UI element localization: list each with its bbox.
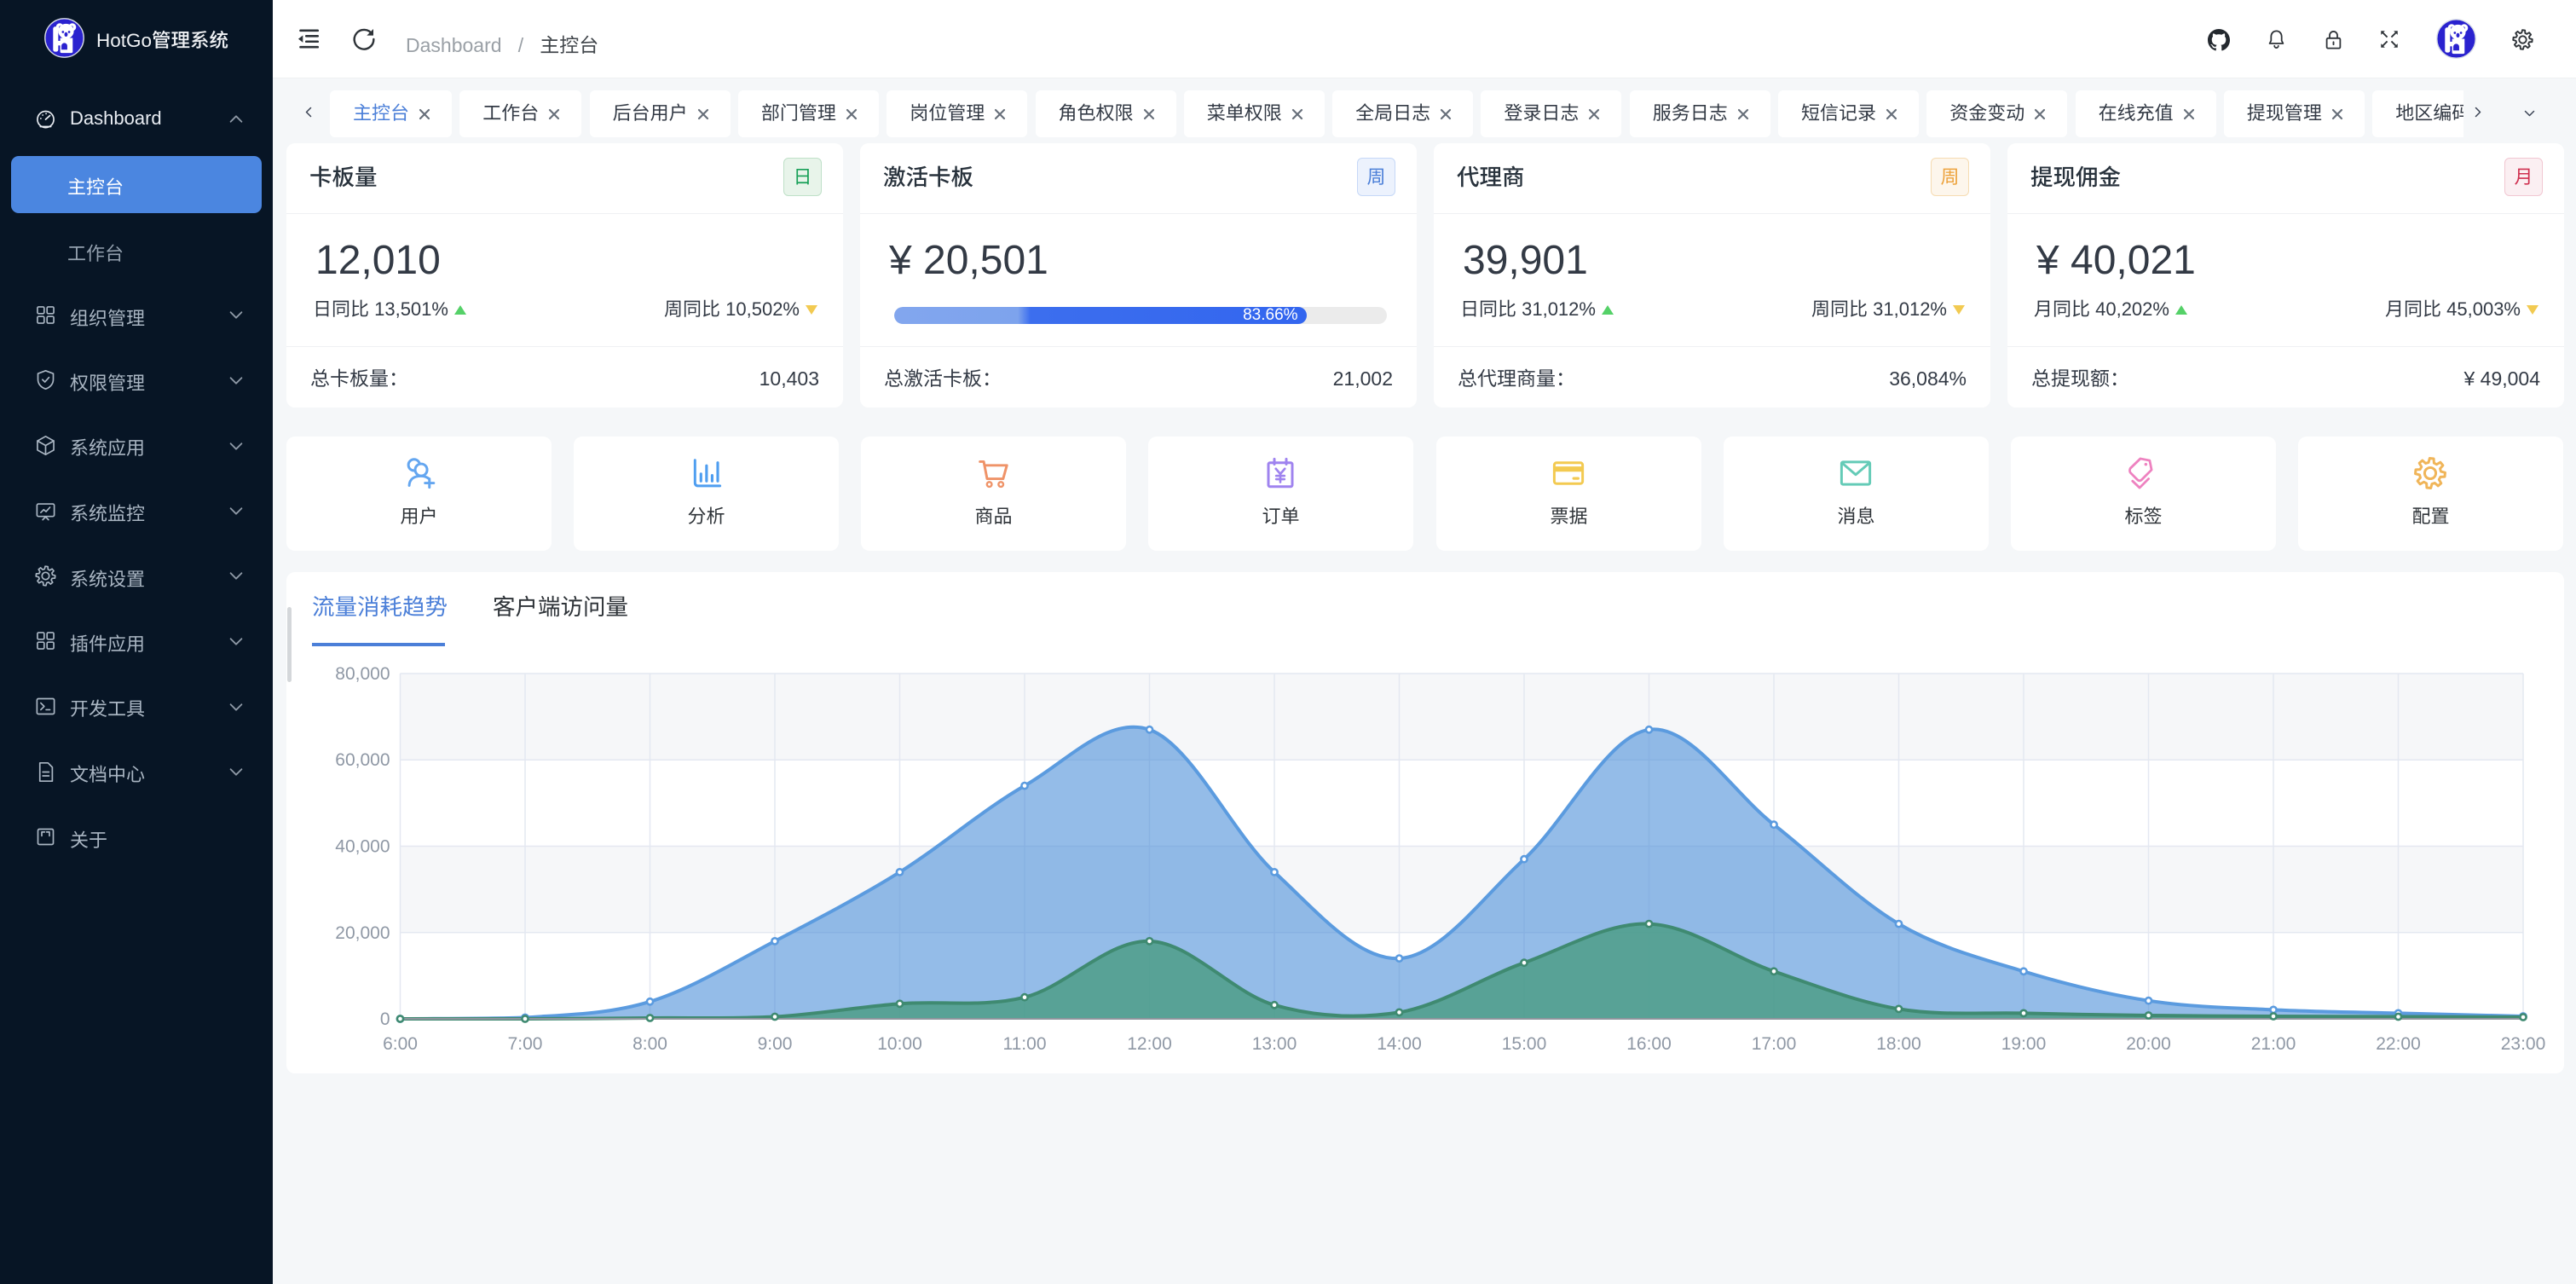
svg-text:18:00: 18:00 <box>1876 1034 1921 1054</box>
svg-text:9:00: 9:00 <box>758 1034 793 1054</box>
svg-text:17:00: 17:00 <box>1752 1034 1797 1054</box>
svg-text:14:00: 14:00 <box>1377 1034 1422 1054</box>
svg-text:6:00: 6:00 <box>383 1034 418 1054</box>
svg-text:16:00: 16:00 <box>1626 1034 1672 1054</box>
svg-text:40,000: 40,000 <box>335 837 390 857</box>
svg-text:20,000: 20,000 <box>335 923 390 943</box>
svg-text:8:00: 8:00 <box>632 1034 667 1054</box>
svg-text:7:00: 7:00 <box>508 1034 543 1054</box>
svg-text:13:00: 13:00 <box>1252 1034 1297 1054</box>
svg-text:20:00: 20:00 <box>2126 1034 2171 1054</box>
svg-text:21:00: 21:00 <box>2251 1034 2296 1054</box>
svg-text:60,000: 60,000 <box>335 750 390 770</box>
svg-text:22:00: 22:00 <box>2376 1034 2421 1054</box>
svg-text:80,000: 80,000 <box>335 664 390 684</box>
svg-text:11:00: 11:00 <box>1003 1034 1047 1054</box>
svg-text:0: 0 <box>380 1009 390 1029</box>
svg-text:12:00: 12:00 <box>1127 1034 1172 1054</box>
svg-text:23:00: 23:00 <box>2501 1034 2546 1054</box>
svg-text:19:00: 19:00 <box>2001 1034 2047 1054</box>
svg-text:15:00: 15:00 <box>1502 1034 1547 1054</box>
svg-text:10:00: 10:00 <box>877 1034 922 1054</box>
